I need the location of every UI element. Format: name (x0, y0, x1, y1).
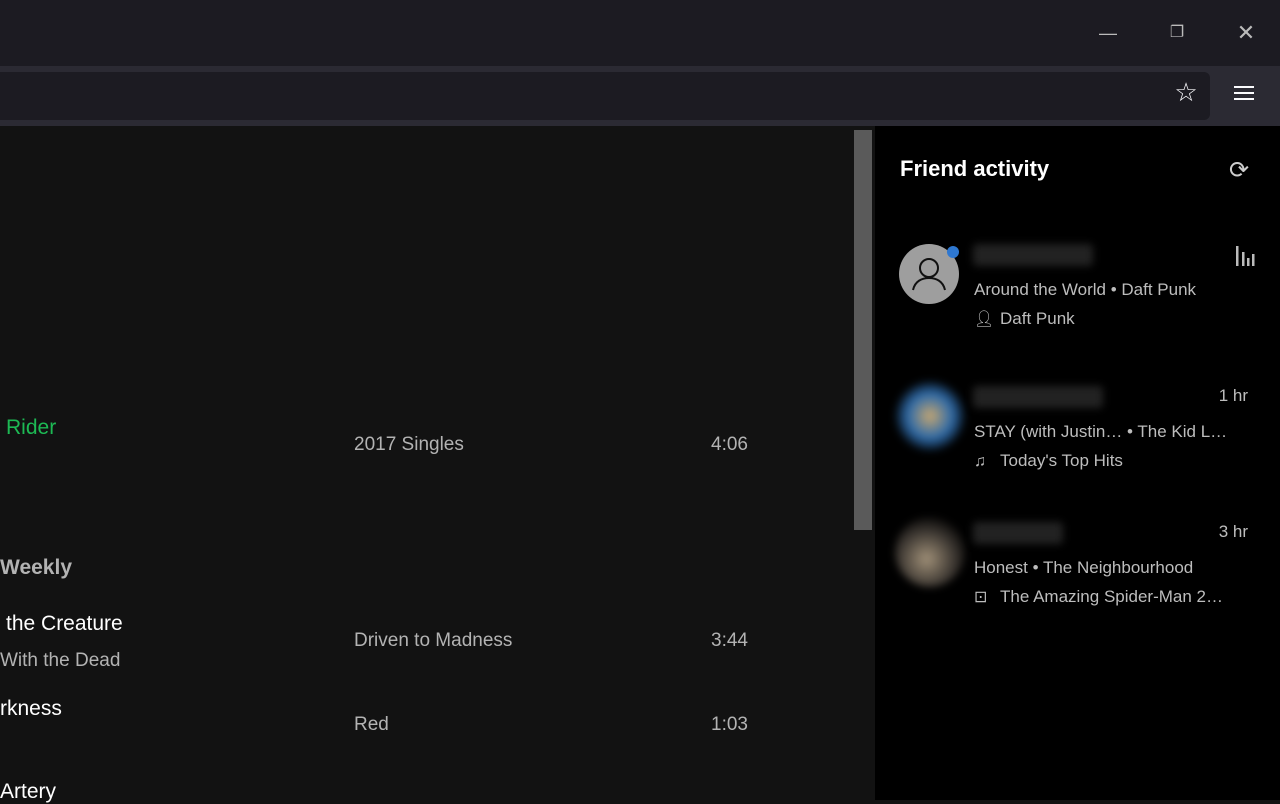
context-link[interactable]: The Amazing Spider-Man 2… (1000, 587, 1223, 606)
track-title[interactable]: Artery (0, 780, 56, 804)
track-duration: 1:03 (711, 714, 748, 735)
track-list: Rider 2017 Singles 4:06 Weekly the Creat… (0, 126, 875, 803)
panel-title: Friend activity (900, 156, 1050, 181)
context-link[interactable]: Today's Top Hits (1000, 451, 1123, 470)
context-link[interactable]: Daft Punk (1000, 309, 1075, 328)
track-title[interactable]: rkness (0, 697, 62, 721)
track-title[interactable]: the Creature (6, 612, 123, 636)
track-duration: 4:06 (711, 434, 748, 455)
track-info[interactable]: Around the World • Daft Punk (974, 280, 1196, 300)
avatar[interactable] (895, 517, 965, 587)
scrollbar-thumb[interactable] (854, 130, 872, 530)
refresh-icon[interactable]: ⟳ (1229, 156, 1249, 185)
title-bar: — ❐ ✕ (0, 0, 1280, 66)
activity-time: 3 hr (1218, 522, 1248, 541)
online-dot (947, 246, 959, 258)
track-title[interactable]: Rider (6, 416, 56, 440)
hamburger-menu-icon[interactable] (1228, 82, 1260, 112)
artist-icon: 👤︎ (974, 311, 995, 328)
track-info[interactable]: STAY (with Justin… • The Kid L… (974, 422, 1227, 442)
album-icon: ⊡ (974, 589, 988, 606)
track-album[interactable]: Red (354, 714, 389, 736)
track-artist[interactable]: With the Dead (0, 650, 120, 672)
track-info[interactable]: Honest • The Neighbourhood (974, 558, 1193, 578)
section-title[interactable]: Weekly (0, 556, 72, 580)
close-icon[interactable]: ✕ (1231, 18, 1261, 48)
track-album[interactable]: Driven to Madness (354, 630, 512, 652)
restore-icon[interactable]: ❐ (1162, 18, 1192, 48)
friend-name-blurred[interactable] (973, 522, 1063, 544)
friend-name-blurred[interactable] (973, 244, 1093, 266)
now-playing-icon (1236, 246, 1255, 266)
browser-toolbar: ☆ (0, 66, 1280, 126)
friend-activity-panel: Friend activity ⟳ Around the World • Daf… (875, 126, 1280, 800)
address-bar[interactable] (0, 72, 1210, 120)
track-duration: 3:44 (711, 630, 748, 651)
activity-time: 1 hr (1218, 386, 1248, 405)
friend-item[interactable]: 1 hr STAY (with Justin… • The Kid L… ♫ To… (875, 381, 1280, 516)
friend-item[interactable]: 3 hr Honest • The Neighbourhood ⊡ The Ama… (875, 517, 1280, 652)
bookmark-star-icon[interactable]: ☆ (1170, 76, 1202, 108)
playlist-icon: ♫ (974, 453, 986, 470)
minimize-icon[interactable]: — (1093, 18, 1123, 48)
track-album[interactable]: 2017 Singles (354, 434, 464, 456)
friend-item[interactable]: Around the World • Daft Punk 👤︎ Daft Punk (875, 244, 1280, 374)
avatar[interactable] (895, 381, 965, 451)
friend-name-blurred[interactable] (973, 386, 1103, 408)
